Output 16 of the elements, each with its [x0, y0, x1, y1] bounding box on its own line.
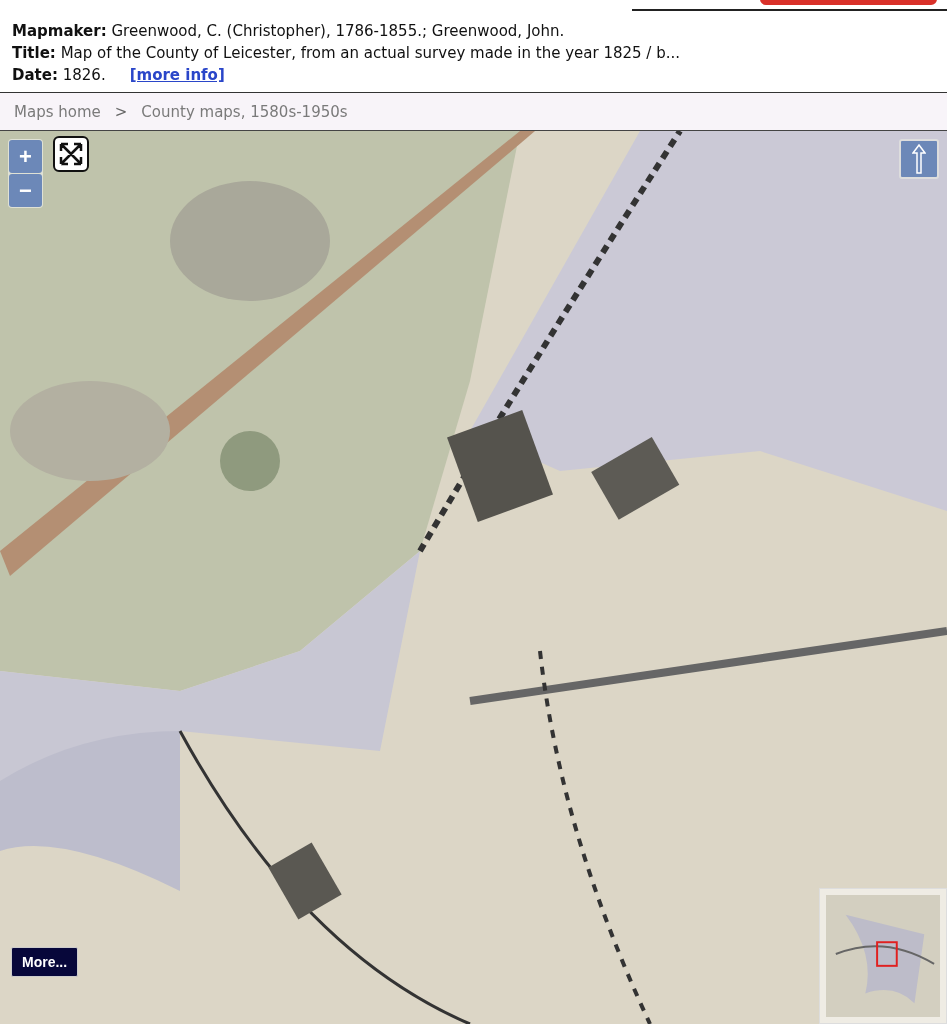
breadcrumb-separator: > — [113, 102, 129, 121]
north-button[interactable] — [899, 139, 939, 179]
breadcrumb-link[interactable]: County maps, 1580s-1950s — [141, 102, 348, 121]
mapmaker-text: Mapmaker: Greenwood, C. (Christopher), 1786-1855.; Greenwood, John. — [12, 21, 566, 42]
expand-icon — [58, 141, 84, 167]
title-text: Title: Map of the County of Leicester, from an actual survey made in the year 1825 / b... — [12, 43, 680, 64]
up-arrow-icon — [912, 144, 926, 174]
date-text: Date: 1826. — [12, 66, 106, 84]
more-info-link[interactable]: [more info] — [129, 66, 225, 84]
more-button[interactable]: More... — [11, 947, 79, 977]
overview-map[interactable] — [819, 888, 947, 1024]
zoom-out-button[interactable]: − — [9, 174, 42, 207]
zoom-in-button[interactable]: + — [9, 140, 42, 173]
viewport-frame — [876, 941, 898, 967]
fullscreen-button[interactable] — [53, 136, 89, 172]
breadcrumb-link[interactable]: Maps home — [14, 102, 101, 121]
